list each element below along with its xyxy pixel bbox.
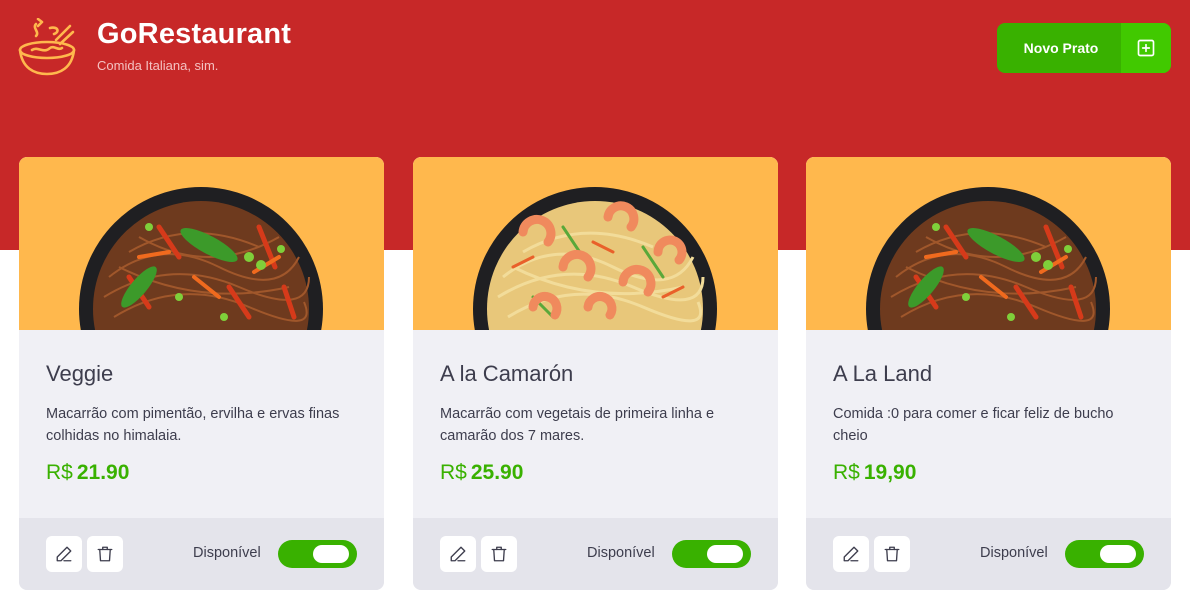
food-name: A la Camarón: [440, 361, 574, 386]
delete-button[interactable]: [87, 536, 123, 572]
availability-label: Disponível: [193, 545, 261, 561]
toggle-knob: [1100, 545, 1136, 563]
food-price: R$ 19,90: [833, 461, 916, 485]
app-title: GoRestaurant: [97, 18, 292, 50]
food-image-shrimp: [413, 157, 778, 330]
card-footer: Disponível: [413, 518, 778, 590]
food-price: R$ 21.90: [46, 461, 129, 485]
new-dish-button[interactable]: Novo Prato: [997, 23, 1171, 73]
bowl-icon: [18, 17, 78, 78]
pencil-icon: [843, 546, 859, 562]
food-list: Veggie Macarrão com pimentão, ervilha e …: [19, 157, 1171, 590]
plus-square-icon: [1121, 23, 1171, 73]
food-image-veggie: [806, 157, 1171, 330]
pencil-icon: [450, 546, 466, 562]
edit-button[interactable]: [833, 536, 869, 572]
trash-icon: [491, 546, 507, 562]
toggle-knob: [707, 545, 743, 563]
price-currency: R$: [440, 461, 467, 484]
food-price: R$ 25.90: [440, 461, 523, 485]
price-amount: 21.90: [76, 461, 130, 484]
price-amount: 25.90: [470, 461, 524, 484]
availability-toggle[interactable]: [278, 540, 357, 568]
card-footer: Disponível: [19, 518, 384, 590]
delete-button[interactable]: [481, 536, 517, 572]
price-currency: R$: [46, 461, 73, 484]
new-dish-label: Novo Prato: [1023, 40, 1099, 56]
food-description: Comida :0 para comer e ficar feliz de bu…: [833, 406, 1114, 444]
edit-button[interactable]: [46, 536, 82, 572]
card-footer: Disponível: [806, 518, 1171, 590]
trash-icon: [97, 546, 113, 562]
availability-label: Disponível: [587, 545, 655, 561]
app-header: GoRestaurant Comida Italiana, sim. Novo …: [0, 0, 1190, 120]
edit-button[interactable]: [440, 536, 476, 572]
food-name: Veggie: [46, 361, 114, 386]
food-card: Veggie Macarrão com pimentão, ervilha e …: [19, 157, 384, 590]
food-image-veggie: [19, 157, 384, 330]
food-description: Macarrão com pimentão, ervilha e ervas f…: [46, 406, 340, 444]
trash-icon: [884, 546, 900, 562]
delete-button[interactable]: [874, 536, 910, 572]
food-description: Macarrão com vegetais de primeira linha …: [440, 406, 715, 444]
food-card: A La Land Comida :0 para comer e ficar f…: [806, 157, 1171, 590]
price-amount: 19,90: [863, 461, 917, 484]
availability-toggle[interactable]: [1065, 540, 1144, 568]
app-subtitle: Comida Italiana, sim.: [97, 58, 219, 73]
availability-toggle[interactable]: [672, 540, 751, 568]
price-currency: R$: [833, 461, 860, 484]
availability-label: Disponível: [980, 545, 1048, 561]
food-card: A la Camarón Macarrão com vegetais de pr…: [413, 157, 778, 590]
toggle-knob: [313, 545, 349, 563]
food-name: A La Land: [833, 361, 933, 386]
pencil-icon: [56, 546, 72, 562]
